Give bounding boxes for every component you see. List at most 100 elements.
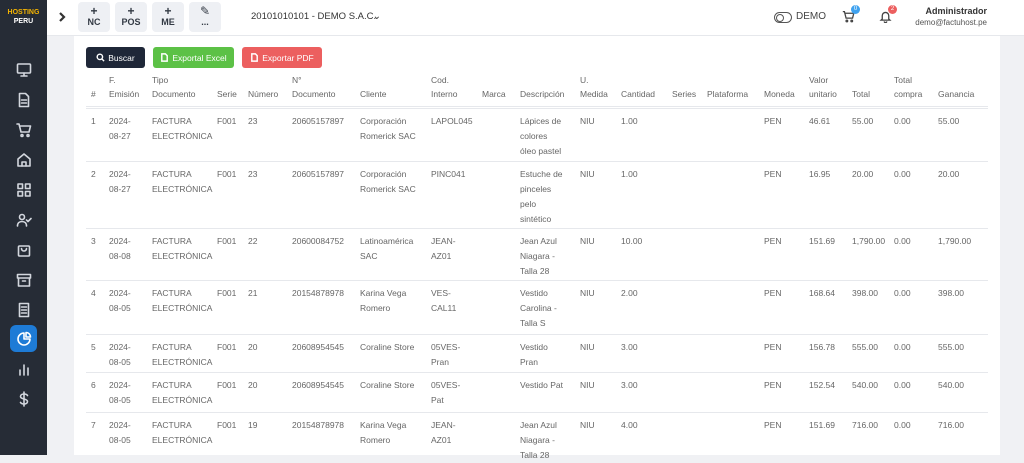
company-selector[interactable]: 20101010101 - DEMO S.A.C. ⌄: [237, 6, 387, 28]
table-cell: F001: [217, 114, 236, 129]
table-cell-line: 540.00: [852, 380, 878, 390]
column-header[interactable]: Cod. Interno: [431, 73, 457, 101]
archive-icon[interactable]: [10, 266, 37, 293]
column-header[interactable]: Plataforma: [707, 87, 748, 101]
column-header[interactable]: F. Emisión: [109, 73, 139, 101]
column-header[interactable]: Valor unitario: [809, 73, 837, 101]
table-cell-line: 152.54: [809, 380, 835, 390]
export-pdf-label: Exportar PDF: [262, 52, 314, 63]
table-cell: 3.00: [621, 378, 638, 393]
cart-icon[interactable]: 0: [842, 5, 860, 26]
column-header[interactable]: #: [91, 87, 96, 101]
quick-new-pos-button[interactable]: + POS: [115, 2, 147, 32]
table-cell: 23: [248, 167, 257, 182]
table-cell-line: 23: [248, 116, 258, 126]
table-cell-line: 2024-: [109, 342, 131, 352]
top-bar: + NC + POS + ME ✎... 20101010101 - DEMO S.A…: [47, 0, 1024, 36]
quick-edit-button[interactable]: ✎...: [189, 2, 221, 32]
bag-icon[interactable]: [10, 236, 37, 263]
column-header[interactable]: Descripción: [520, 87, 564, 101]
chart-pie-icon[interactable]: [10, 325, 37, 352]
users-check-icon[interactable]: [10, 206, 37, 233]
table-cell: Corporación Romerick SAC: [360, 114, 416, 144]
receipt-icon[interactable]: [10, 296, 37, 323]
search-button[interactable]: Buscar: [86, 47, 145, 68]
table-cell-line: 20608954545: [292, 342, 345, 352]
cart-icon[interactable]: [10, 116, 37, 143]
column-header[interactable]: Series: [672, 87, 696, 101]
table-cell: 2024- 08-05: [109, 378, 131, 408]
app-logo[interactable]: HOSTING PERU: [4, 8, 43, 26]
table-cell: F001: [217, 286, 236, 301]
user-menu[interactable]: Administrador demo@factuhost.pe: [915, 6, 987, 28]
column-header[interactable]: Número: [248, 87, 278, 101]
table-row-divider: [86, 161, 988, 162]
quick-new-nc-button[interactable]: + NC: [78, 2, 110, 32]
column-header-line: Plataforma: [707, 89, 749, 99]
table-cell-line: 555.00: [938, 342, 964, 352]
table-cell: 716.00: [852, 418, 878, 433]
table-row-divider: [86, 228, 988, 229]
table-cell-line: 20154878978: [292, 288, 345, 298]
report-card: Buscar Exportal Excel Exportar PDF # F. Em…: [74, 36, 1000, 460]
table-cell-line: 2024-: [109, 236, 131, 246]
home-icon[interactable]: [10, 146, 37, 173]
column-header[interactable]: Tipo Documento: [152, 73, 195, 101]
table-cell: 23: [248, 114, 257, 129]
table-cell-line: FACTURA: [152, 169, 192, 179]
table-row-divider: [86, 108, 988, 109]
chevron-right-icon[interactable]: [55, 10, 69, 24]
column-header[interactable]: Cliente: [360, 87, 386, 101]
dollar-icon[interactable]: [10, 385, 37, 412]
table-cell-line: 05VES-: [431, 342, 461, 352]
bell-icon[interactable]: 2: [879, 5, 897, 26]
export-excel-button[interactable]: Exportal Excel: [153, 47, 234, 68]
column-header[interactable]: Serie: [217, 87, 237, 101]
column-header[interactable]: Total compra: [894, 73, 922, 101]
table-cell: 20.00: [852, 167, 873, 182]
table-cell-line: F001: [217, 420, 237, 430]
column-header[interactable]: U. Medida: [580, 73, 608, 101]
monitor-icon[interactable]: [10, 56, 37, 83]
column-header[interactable]: Moneda: [764, 87, 795, 101]
table-cell-line: 20: [248, 342, 258, 352]
table-cell-line: 2024-: [109, 116, 131, 126]
table-cell-line: 08-05: [109, 357, 131, 367]
export-pdf-button[interactable]: Exportar PDF: [242, 47, 322, 68]
bar-chart-icon[interactable]: [10, 355, 37, 382]
table-cell: Estuche de pinceles pelo sintético: [520, 167, 563, 227]
table-cell: 7: [91, 418, 96, 433]
table-cell: PEN: [764, 340, 781, 355]
table-cell-line: JEAN-: [431, 236, 456, 246]
table-cell: NIU: [580, 340, 595, 355]
table-cell-line: ELECTRÓNICA: [152, 131, 213, 141]
quick-new-me-button[interactable]: + ME: [152, 2, 184, 32]
table-cell-line: 55.00: [852, 116, 874, 126]
demo-toggle[interactable]: [774, 12, 792, 23]
grid-icon[interactable]: [10, 176, 37, 203]
table-cell: 398.00: [852, 286, 878, 301]
column-header[interactable]: Ganancia: [938, 87, 974, 101]
table-cell: PEN: [764, 418, 781, 433]
table-cell-line: 716.00: [938, 420, 964, 430]
table-cell: FACTURA ELECTRÓNICA: [152, 340, 212, 370]
column-header[interactable]: Marca: [482, 87, 506, 101]
column-header-line: Tipo: [152, 75, 169, 85]
table-cell-line: Carolina -: [520, 303, 557, 313]
table-cell-line: F001: [217, 380, 237, 390]
table-cell-line: 46.61: [809, 116, 831, 126]
table-cell: 2024- 08-05: [109, 340, 131, 370]
table-cell: 4.00: [621, 418, 638, 433]
table-cell-line: 7: [91, 420, 96, 430]
table-cell: Corporación Romerick SAC: [360, 167, 416, 197]
table-cell-line: SAC: [360, 251, 378, 261]
table-row-divider: [86, 280, 988, 281]
column-header[interactable]: Total: [852, 87, 870, 101]
column-header[interactable]: Cantidad: [621, 87, 655, 101]
column-header-line: Cantidad: [621, 89, 656, 99]
column-header[interactable]: N° Documento: [292, 73, 335, 101]
header-divider: [86, 106, 988, 107]
document-icon[interactable]: [10, 86, 37, 113]
table-cell-line: NIU: [580, 420, 595, 430]
table-cell-line: AZ01: [431, 435, 452, 445]
